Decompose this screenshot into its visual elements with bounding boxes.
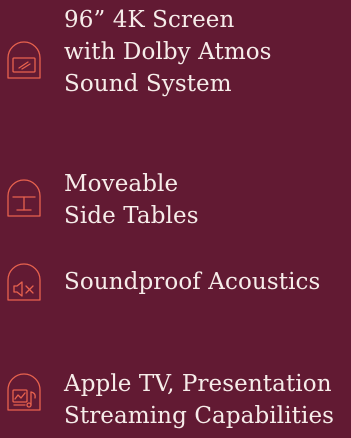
table-icon <box>6 178 42 218</box>
streaming-icon <box>6 372 42 412</box>
feature-side-tables-line-2: Side Tables <box>64 203 199 229</box>
feature-acoustics-label: Soundproof Acoustics <box>64 266 320 298</box>
feature-streaming-line-1: Apple TV, Presentation <box>64 371 332 397</box>
feature-side-tables: Moveable Side Tables <box>0 160 351 240</box>
feature-streaming-label: Apple TV, Presentation Streaming Capabil… <box>64 368 334 432</box>
feature-screen-line-2: with Dolby Atmos <box>64 39 272 65</box>
feature-acoustics: Soundproof Acoustics <box>0 260 351 310</box>
speaker-mute-icon <box>6 262 42 302</box>
feature-screen-label: 96” 4K Screen with Dolby Atmos Sound Sys… <box>64 4 272 100</box>
feature-side-tables-label: Moveable Side Tables <box>64 168 199 232</box>
feature-side-tables-line-1: Moveable <box>64 171 179 197</box>
feature-screen-line-1: 96” 4K Screen <box>64 7 235 33</box>
feature-acoustics-line-1: Soundproof Acoustics <box>64 269 321 295</box>
feature-streaming-line-2: Streaming Capabilities <box>64 403 335 429</box>
feature-streaming: Apple TV, Presentation Streaming Capabil… <box>0 358 351 438</box>
screen-icon <box>6 40 42 80</box>
feature-screen-line-3: Sound System <box>64 71 232 97</box>
feature-screen: 96” 4K Screen with Dolby Atmos Sound Sys… <box>0 0 351 130</box>
